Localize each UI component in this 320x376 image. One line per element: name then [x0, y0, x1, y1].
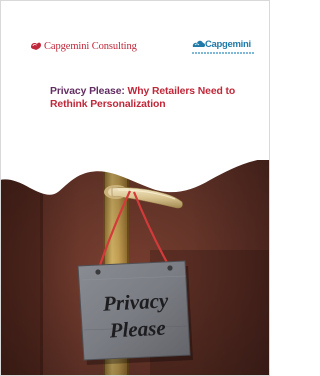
brand-right-text: Capgemini	[205, 39, 251, 50]
sign-line-1: Privacy	[101, 288, 169, 315]
report-cover: Privacy Please Capgemini Consulting Capg…	[0, 0, 270, 376]
report-title: Privacy Please: Why Retailers Need to Re…	[50, 85, 250, 111]
sign-line-2: Please	[108, 316, 166, 343]
logo-tagline-strip	[192, 52, 254, 54]
capgemini-logo: Capgemini	[192, 38, 254, 60]
cloud-logo-icon	[192, 40, 206, 47]
title-part-1: Privacy Please:	[50, 86, 128, 97]
brand-left-text: Capgemini Consulting	[44, 40, 137, 52]
spade-logo-icon	[31, 42, 41, 50]
capgemini-consulting-logo: Capgemini Consulting	[30, 40, 137, 52]
